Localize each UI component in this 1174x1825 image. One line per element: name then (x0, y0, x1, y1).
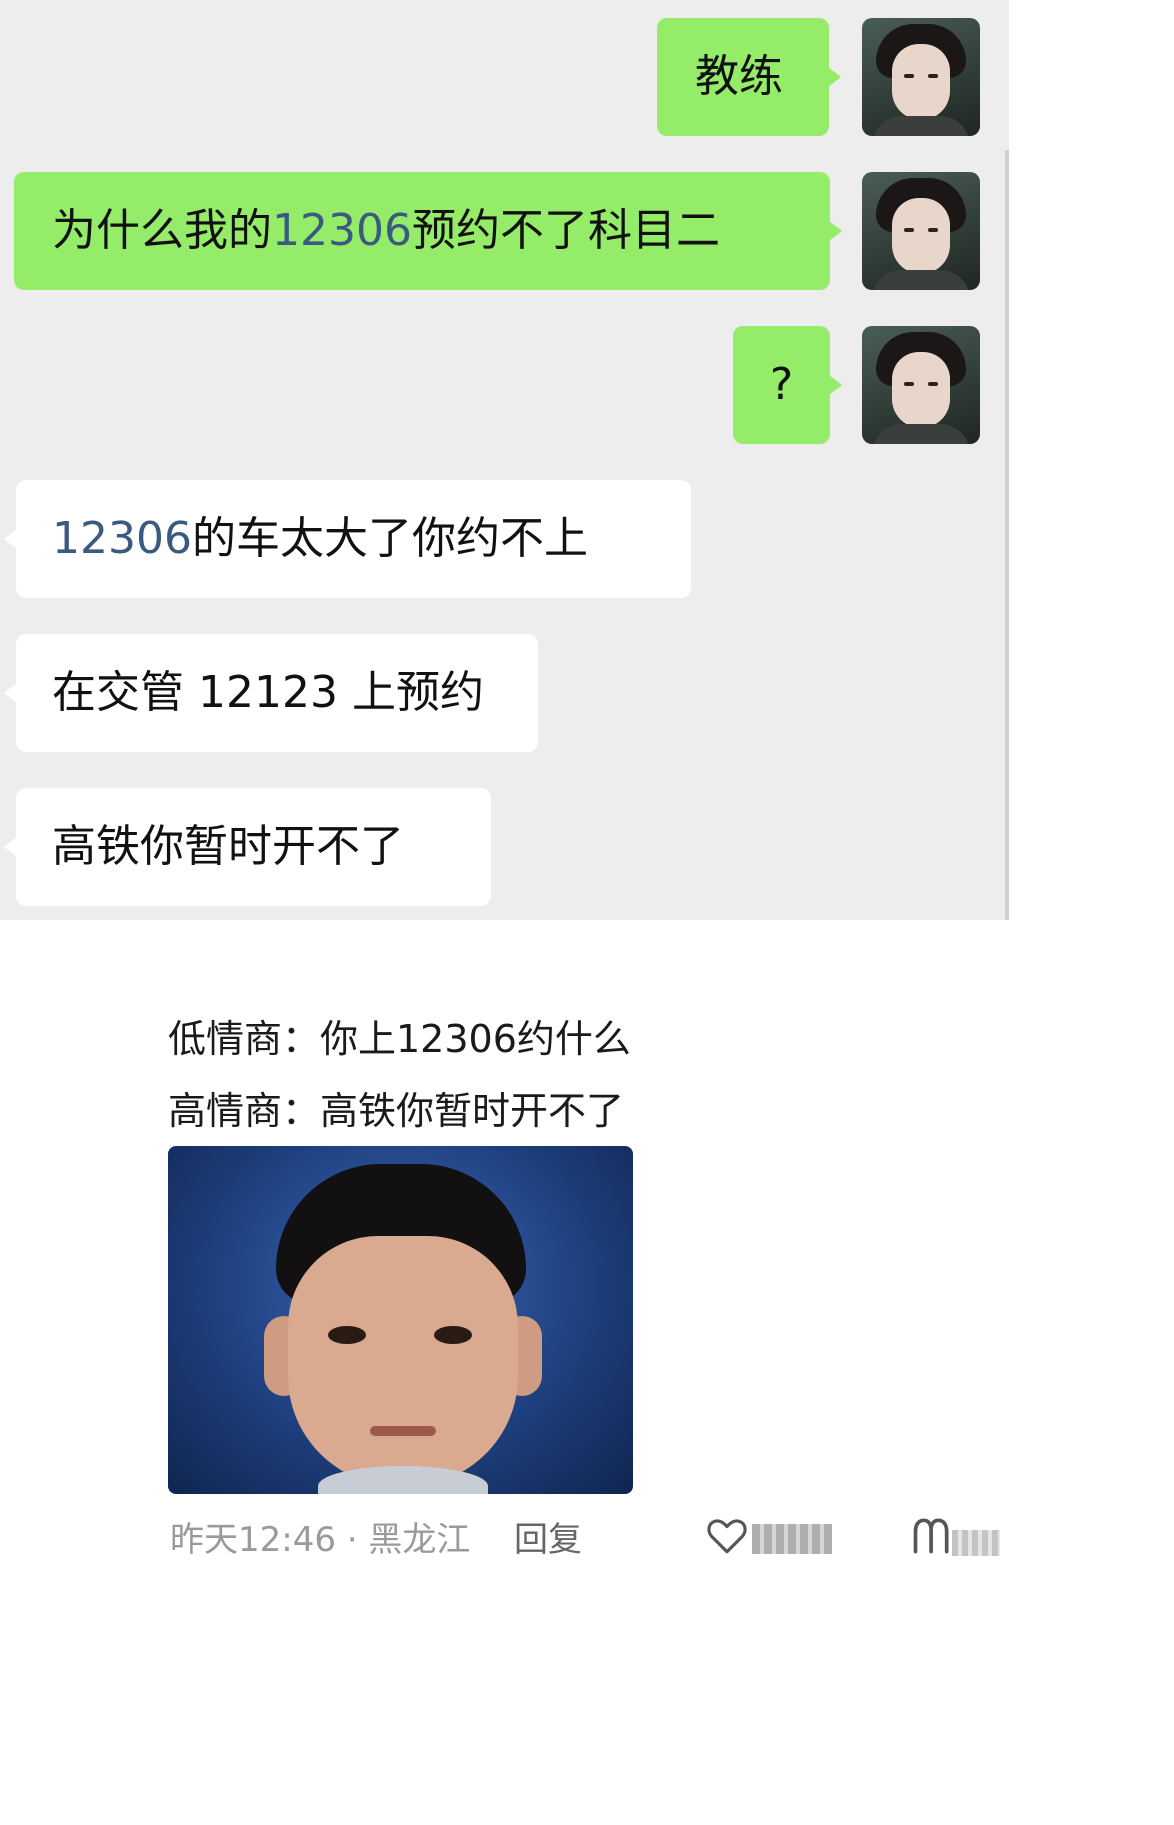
post-line-low-eq: 低情商：你上12306约什么 (168, 1017, 631, 1061)
post-meta: 昨天12:46 · 黑龙江 (170, 1520, 471, 1560)
comment-count-blurred (952, 1530, 1000, 1556)
user-avatar[interactable] (862, 326, 980, 444)
message-bubble-incoming[interactable]: 12306的车太大了你约不上 (4, 480, 691, 598)
message-text-after: 预约不了科目二 (411, 205, 720, 256)
heart-icon[interactable] (706, 1516, 748, 1556)
message-bubble-outgoing[interactable]: ? (733, 326, 842, 444)
message-text-after: 的车太大了你约不上 (191, 513, 588, 564)
message-text: 高铁你暂时开不了 (52, 821, 404, 872)
message-text: 教练 (695, 51, 783, 102)
user-avatar[interactable] (862, 172, 980, 290)
post-line-high-eq: 高情商：高铁你暂时开不了 (168, 1089, 625, 1133)
comment-icon[interactable] (910, 1514, 954, 1556)
like-count-blurred (752, 1524, 832, 1554)
user-avatar[interactable] (862, 18, 980, 136)
scrollbar[interactable] (1005, 150, 1009, 920)
message-text: ? (769, 359, 794, 410)
message-bubble-outgoing[interactable]: 为什么我的12306预约不了科目二 (14, 172, 842, 290)
message-bubble-outgoing[interactable]: 教练 (657, 18, 841, 136)
message-bubble-incoming[interactable]: 在交管 12123 上预约 (4, 634, 538, 752)
message-text-before: 为什么我的 (52, 205, 272, 256)
chat-screenshot: 教练 为什么我的12306预约不了科目二 ? 12306的车太大了你约不上 在交… (0, 0, 1009, 920)
reaction-photo[interactable] (168, 1146, 633, 1494)
message-number-link[interactable]: 12306 (52, 513, 192, 564)
message-number-link[interactable]: 12306 (272, 205, 412, 256)
message-bubble-incoming[interactable]: 高铁你暂时开不了 (4, 788, 491, 906)
reply-button[interactable]: 回复 (514, 1512, 582, 1561)
message-text: 在交管 12123 上预约 (52, 667, 484, 718)
